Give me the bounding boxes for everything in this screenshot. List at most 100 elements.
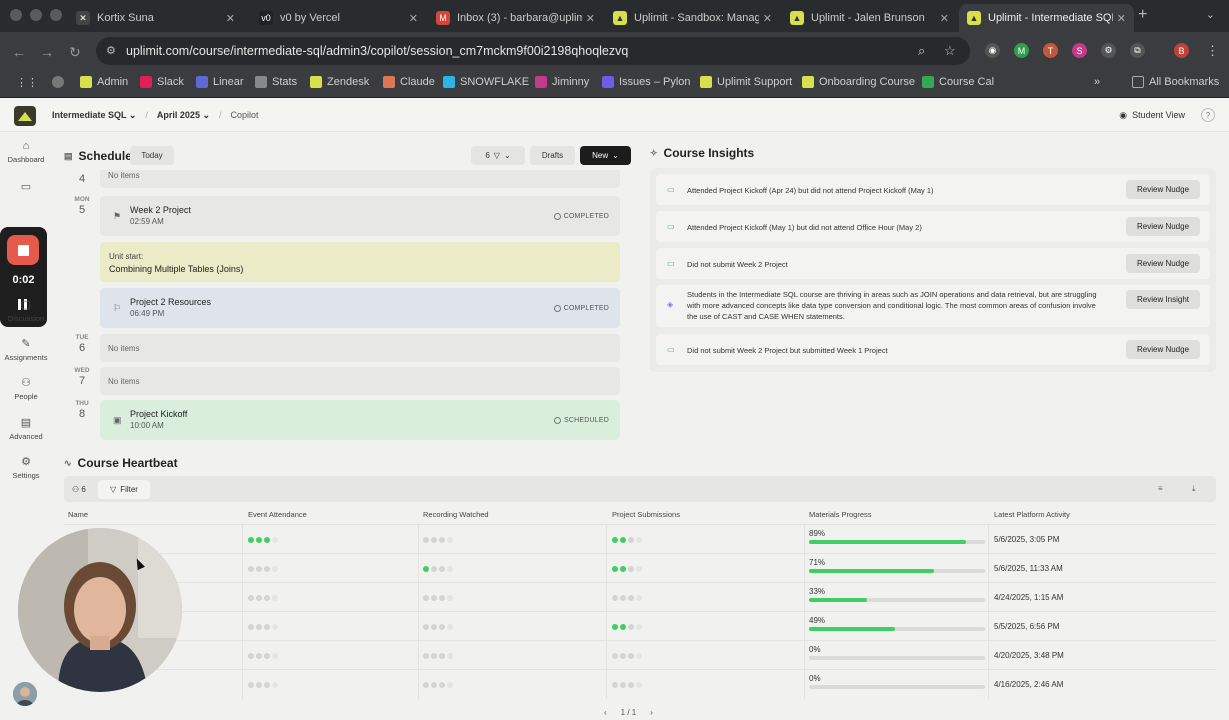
filter-dropdown[interactable]: 6 ▽ ⌄ <box>471 146 525 165</box>
review-insight-button[interactable]: Review Insight <box>1126 290 1200 309</box>
bookmark-item[interactable]: Issues – Pylon <box>602 76 691 88</box>
column-header-recording-watched[interactable]: Recording Watched <box>423 510 489 519</box>
sidebar-item-assignments[interactable]: ✎ Assignments <box>0 337 52 362</box>
close-tab-icon[interactable]: ✕ <box>409 12 418 25</box>
table-row[interactable]: 33% 4/24/2025, 1:15 AM <box>64 582 1216 612</box>
extension-s-icon[interactable]: S <box>1072 43 1087 58</box>
bookmark-item[interactable]: Claude <box>383 76 435 88</box>
drafts-button[interactable]: Drafts <box>530 146 575 165</box>
close-tab-icon[interactable]: ✕ <box>1117 12 1126 25</box>
table-row[interactable]: 49% 5/5/2025, 6:56 PM <box>64 611 1216 641</box>
schedule-item-project-kickoff[interactable]: ▣ Project Kickoff 10:00 AM SCHEDULED <box>100 400 620 440</box>
column-header-name[interactable]: Name <box>68 510 88 519</box>
close-tab-icon[interactable]: ✕ <box>940 12 949 25</box>
browser-tab[interactable]: ▲ Uplimit - Sandbox: Manage ✕ <box>605 4 780 32</box>
schedule-item-week2-project[interactable]: ⚑ Week 2 Project 02:59 AM COMPLETED <box>100 196 620 236</box>
new-tab-button[interactable]: + <box>1138 6 1147 24</box>
status-badge: COMPLETED <box>553 213 609 220</box>
extension-t-icon[interactable]: T <box>1043 43 1058 58</box>
table-row[interactable]: 0% 4/16/2025, 2:46 AM <box>64 669 1216 699</box>
table-row[interactable]: 71% 5/6/2025, 11:33 AM <box>64 553 1216 583</box>
column-header-project-submissions[interactable]: Project Submissions <box>612 510 680 519</box>
close-tab-icon[interactable]: ✕ <box>586 12 595 25</box>
sidebar-item-people[interactable]: ⚇ People <box>0 376 52 401</box>
user-avatar[interactable] <box>13 682 37 706</box>
bookmark-item[interactable]: Onboarding Course <box>802 76 915 88</box>
bookmark-item[interactable]: Admin <box>80 76 128 88</box>
kortix-icon: ✕ <box>76 11 90 25</box>
extension-m-icon[interactable]: M <box>1014 43 1029 58</box>
today-button[interactable]: Today <box>130 146 174 165</box>
browser-tab[interactable]: ▲ Uplimit - Intermediate SQL ✕ <box>959 4 1134 32</box>
stop-recording-button[interactable] <box>7 235 39 265</box>
prev-page-button[interactable]: ‹ <box>604 708 607 717</box>
bookmark-item[interactable]: Uplimit Support <box>700 76 792 88</box>
close-tab-icon[interactable]: ✕ <box>226 12 235 25</box>
download-icon[interactable]: ⤓ <box>1192 484 1196 494</box>
reload-icon[interactable]: ↻ <box>69 44 81 61</box>
sidebar-item-discussion[interactable]: ▢ Discussion <box>0 298 52 323</box>
zoom-search-icon[interactable]: ⌕ <box>918 43 925 59</box>
table-row[interactable]: 89% 5/6/2025, 3:05 PM <box>64 524 1216 554</box>
url-bar[interactable]: ⚙ uplimit.com/course/intermediate-sql/ad… <box>96 37 970 65</box>
bookmark-label: Claude <box>400 76 435 88</box>
close-tab-icon[interactable]: ✕ <box>763 12 772 25</box>
breadcrumb-cohort[interactable]: April 2025 ⌄ <box>157 110 210 121</box>
maximize-window-button[interactable] <box>50 9 62 21</box>
review-nudge-button[interactable]: Review Nudge <box>1126 254 1200 273</box>
extension-gear-icon[interactable]: ⚙ <box>1101 43 1116 58</box>
columns-icon[interactable]: ≡ <box>1158 484 1163 493</box>
more-bookmarks-button[interactable]: » <box>1094 76 1100 88</box>
uplimit-logo[interactable] <box>14 106 36 126</box>
column-header-materials-progress[interactable]: Materials Progress <box>809 510 872 519</box>
review-nudge-button[interactable]: Review Nudge <box>1126 217 1200 236</box>
all-bookmarks-folder[interactable]: All Bookmarks <box>1132 76 1219 88</box>
column-header-latest-activity[interactable]: Latest Platform Activity <box>994 510 1070 519</box>
sidebar-item-advanced[interactable]: ▤ Advanced <box>0 416 52 441</box>
bookmark-item[interactable]: Slack <box>140 76 184 88</box>
browser-menu-icon[interactable]: ⋮ <box>1206 43 1219 59</box>
extensions-puzzle-icon[interactable]: ⧉ <box>1130 43 1145 58</box>
bookmark-item[interactable] <box>52 76 69 88</box>
column-divider <box>804 554 805 583</box>
help-button[interactable]: ? <box>1201 108 1215 122</box>
bookmark-star-icon[interactable]: ☆ <box>944 43 956 59</box>
extension-icon[interactable]: ◉ <box>985 43 1000 58</box>
review-nudge-button[interactable]: Review Nudge <box>1126 180 1200 199</box>
sidebar-item-dashboard[interactable]: ⌂ Dashboard <box>0 140 52 164</box>
minimize-window-button[interactable] <box>30 9 42 21</box>
close-window-button[interactable] <box>10 9 22 21</box>
no-items-text: No items <box>108 377 140 386</box>
browser-tab[interactable]: ▲ Uplimit - Jalen Brunson ✕ <box>782 4 957 32</box>
column-divider <box>804 641 805 670</box>
sidebar-item-settings[interactable]: ⚙ Settings <box>0 455 52 480</box>
bookmark-item[interactable]: Linear <box>196 76 244 88</box>
sidebar-item-content[interactable]: ▭ <box>0 180 52 196</box>
bookmark-item[interactable]: Stats <box>255 76 297 88</box>
next-page-button[interactable]: › <box>650 708 653 717</box>
review-nudge-button[interactable]: Review Nudge <box>1126 340 1200 359</box>
bookmark-favicon-icon <box>535 76 547 88</box>
bookmark-item[interactable]: SNOWFLAKE <box>443 76 529 88</box>
profile-avatar[interactable]: B <box>1174 43 1189 58</box>
schedule-item-project2-resources[interactable]: ⚐ Project 2 Resources 06:49 PM COMPLETED <box>100 288 620 328</box>
bookmark-item[interactable]: Course Cal <box>922 76 994 88</box>
browser-tab[interactable]: M Inbox (3) - barbara@uplimit ✕ <box>428 4 603 32</box>
column-header-event-attendance[interactable]: Event Attendance <box>248 510 307 519</box>
site-info-icon[interactable]: ⚙ <box>106 44 116 57</box>
apps-grid-icon[interactable]: ⋮⋮ <box>16 76 38 89</box>
back-arrow-icon[interactable]: ← <box>12 44 26 60</box>
filter-button[interactable]: ▽ Filter <box>98 480 150 499</box>
bookmark-item[interactable]: Zendesk <box>310 76 369 88</box>
browser-tab[interactable]: ✕ Kortix Suna ✕ <box>68 4 243 32</box>
student-view-button[interactable]: ◉ Student View <box>1109 105 1195 125</box>
browser-tab[interactable]: v0 v0 by Vercel ✕ <box>251 4 426 32</box>
table-row[interactable]: 0% 4/20/2025, 3:48 PM <box>64 640 1216 670</box>
tab-search-chevron-icon[interactable]: ⌄ <box>1206 8 1215 21</box>
bookmark-item[interactable]: Jiminny <box>535 76 589 88</box>
breadcrumb-course[interactable]: Intermediate SQL ⌄ <box>52 110 136 121</box>
unit-start-banner[interactable]: Unit start: Combining Multiple Tables (J… <box>100 242 620 282</box>
forward-arrow-icon[interactable]: → <box>40 44 54 60</box>
breadcrumb: Intermediate SQL ⌄ / April 2025 ⌄ / Copi… <box>52 110 259 121</box>
new-button[interactable]: New ⌄ <box>580 146 631 165</box>
